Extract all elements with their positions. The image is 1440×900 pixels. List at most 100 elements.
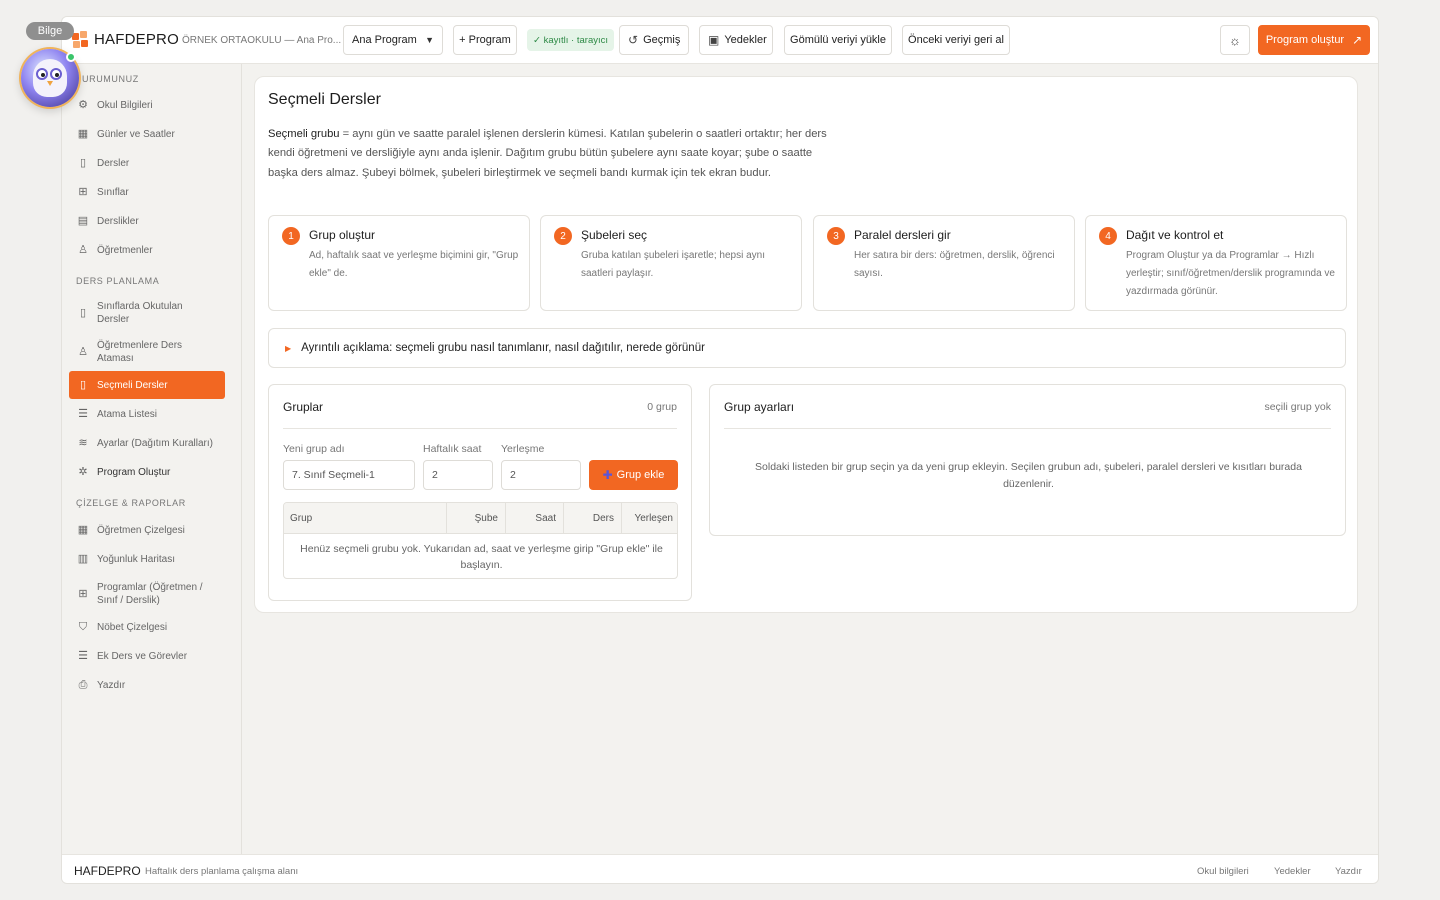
step-number: 3 bbox=[827, 227, 845, 245]
step-title: Dağıt ve kontrol et bbox=[1126, 228, 1224, 242]
sidebar-item-print[interactable]: ⎙ Yazdır bbox=[69, 679, 225, 692]
arrow-up-right-icon: ↗ bbox=[1352, 33, 1363, 47]
step-description: Gruba katılan şubeleri işaretle; hepsi a… bbox=[581, 250, 765, 279]
step-description: Her satıra bir ders: öğretmen, derslik, … bbox=[854, 250, 1055, 279]
groups-table: Grup Şube Saat Ders Yerleşen Henüz seçme… bbox=[283, 502, 678, 579]
step-number: 4 bbox=[1099, 227, 1117, 245]
sidebar-item-teachers[interactable]: ♙ Öğretmenler bbox=[69, 244, 225, 257]
step-description: Ad, haftalık saat ve yerleşme biçimini g… bbox=[309, 250, 519, 279]
groups-panel-header: Gruplar 0 grup bbox=[283, 385, 677, 429]
chevron-down-icon: ▼ bbox=[425, 35, 434, 45]
printer-icon: ⎙ bbox=[78, 679, 88, 691]
sidebar-item-days-hours[interactable]: ▦ Günler ve Saatler bbox=[69, 128, 225, 141]
footer-link-print[interactable]: Yazdır bbox=[1335, 866, 1362, 877]
top-bar: HAFDEPRO ÖRNEK ORTAOKULU — Ana Pro... An… bbox=[62, 17, 1378, 64]
building-icon: ▤ bbox=[77, 215, 89, 227]
sidebar-item-label: Yazdır bbox=[97, 680, 126, 691]
create-program-button[interactable]: Program oluştur ↗ bbox=[1258, 25, 1370, 55]
settings-empty-state: Soldaki listeden bir grup seçin ya da ye… bbox=[755, 461, 1302, 490]
user-icon: ♙ bbox=[78, 345, 88, 358]
step-title: Şubeleri seç bbox=[581, 228, 648, 242]
intro-term: Seçmeli grubu bbox=[268, 128, 340, 140]
gear-icon: ⚙ bbox=[78, 99, 88, 111]
column-header: Yerleşen bbox=[621, 503, 677, 534]
book-icon: ▯ bbox=[79, 157, 87, 169]
sidebar-item-label: Seçmeli Dersler bbox=[97, 379, 168, 391]
sliders-icon: ≋ bbox=[78, 437, 88, 449]
sidebar-item-label: Öğretmenler bbox=[97, 245, 153, 256]
placement-label: Yerleşme bbox=[501, 443, 545, 455]
restore-previous-button[interactable]: Önceki veriyi geri al bbox=[902, 25, 1010, 55]
sidebar-item-elective-lessons[interactable]: ▯ Seçmeli Dersler bbox=[69, 371, 225, 399]
sidebar: URUMUNUZ ⚙ Okul Bilgileri ▦ Günler ve Saat… bbox=[62, 64, 242, 854]
sidebar-item-classes[interactable]: ⊞ Sınıflar bbox=[69, 186, 225, 199]
caret-right-icon: ▶ bbox=[285, 343, 292, 353]
sidebar-item-lessons[interactable]: ▯ Dersler bbox=[69, 157, 225, 170]
sidebar-item-label: Program Oluştur bbox=[97, 467, 171, 478]
new-program-button[interactable]: + Program bbox=[453, 25, 517, 55]
footer-link-school-info[interactable]: Okul bilgileri bbox=[1197, 866, 1249, 877]
sidebar-section-label: URUMUNUZ bbox=[82, 74, 139, 84]
sidebar-item-label: Sınıflar bbox=[97, 187, 129, 198]
save-status-badge: ✓ kayıtlı · tarayıcı bbox=[527, 29, 615, 51]
step-card: 4 Dağıt ve kontrol et Program Oluştur ya… bbox=[1085, 215, 1347, 311]
table-empty-state: Henüz seçmeli grubu yok. Yukarıdan ad, s… bbox=[300, 543, 663, 571]
sidebar-item-extra-lessons[interactable]: ☰ Ek Ders ve Görevler bbox=[69, 650, 225, 663]
sidebar-item-class-lessons[interactable]: ▯ Sınıflarda Okutulan Dersler bbox=[69, 299, 225, 327]
sidebar-item-classrooms[interactable]: ▤ Derslikler bbox=[69, 215, 225, 228]
sidebar-item-density-map[interactable]: ▥ Yoğunluk Haritası bbox=[69, 553, 225, 566]
column-header: Şube bbox=[446, 503, 505, 534]
footer-link-backups[interactable]: Yedekler bbox=[1274, 866, 1311, 877]
backups-button[interactable]: ▣ Yedekler bbox=[699, 25, 773, 55]
sidebar-item-school-info[interactable]: ⚙ Okul Bilgileri bbox=[69, 99, 225, 112]
history-button[interactable]: ↺ Geçmiş bbox=[619, 25, 689, 55]
shield-icon: ⛉ bbox=[78, 621, 88, 633]
history-label: Geçmiş bbox=[643, 34, 681, 46]
add-group-button[interactable]: ✚ Grup ekle bbox=[589, 460, 678, 490]
sidebar-item-duty-chart[interactable]: ⛉ Nöbet Çizelgesi bbox=[69, 621, 225, 634]
step-number: 1 bbox=[282, 227, 300, 245]
sidebar-item-teacher-chart[interactable]: ▦ Öğretmen Çizelgesi bbox=[69, 524, 225, 537]
step-card: 1 Grup oluştur Ad, haftalık saat ve yerl… bbox=[268, 215, 530, 311]
footer-brand: HAFDEPRO bbox=[74, 864, 141, 878]
grid-icon: ⊞ bbox=[78, 186, 88, 198]
column-header: Ders bbox=[563, 503, 621, 534]
backups-label: Yedekler bbox=[724, 34, 767, 46]
intro-text: Seçmeli grubu = aynı gün ve saatte paral… bbox=[268, 125, 843, 183]
placement-input[interactable]: 2 bbox=[501, 460, 581, 490]
book-icon: ▯ bbox=[79, 306, 87, 319]
details-summary: Ayrıntılı açıklama: seçmeli grubu nasıl … bbox=[301, 342, 705, 354]
intro-body: = aynı gün ve saatte paralel işlenen der… bbox=[268, 128, 827, 179]
step-number: 2 bbox=[554, 227, 572, 245]
user-icon: ♙ bbox=[78, 244, 88, 256]
sidebar-item-create-program[interactable]: ✲ Program Oluştur bbox=[69, 466, 225, 479]
theme-toggle-button[interactable]: ☼ bbox=[1220, 25, 1250, 55]
bar-chart-icon: ▥ bbox=[77, 553, 89, 565]
group-name-input[interactable]: 7. Sınıf Seçmeli-1 bbox=[283, 460, 415, 490]
sidebar-item-distribution-rules[interactable]: ≋ Ayarlar (Dağıtım Kuralları) bbox=[69, 437, 225, 450]
sidebar-item-teacher-assignment[interactable]: ♙ Öğretmenlere Ders Ataması bbox=[69, 338, 225, 366]
sidebar-item-label: Yoğunluk Haritası bbox=[97, 554, 176, 565]
groups-panel-title: Gruplar bbox=[283, 399, 324, 414]
list-icon: ☰ bbox=[78, 408, 88, 420]
load-embedded-button[interactable]: Gömülü veriyi yükle bbox=[784, 25, 892, 55]
sidebar-item-assignment-list[interactable]: ☰ Atama Listesi bbox=[69, 408, 225, 421]
main-card: Seçmeli Dersler Seçmeli grubu = aynı gün… bbox=[254, 76, 1358, 613]
group-settings-panel: Grup ayarları seçili grup yok Soldaki li… bbox=[709, 384, 1346, 536]
sidebar-item-label: Derslikler bbox=[97, 216, 139, 227]
cog-icon: ✲ bbox=[78, 466, 88, 478]
step-card: 3 Paralel dersleri gir Her satıra bir de… bbox=[813, 215, 1075, 311]
step-card: 2 Şubeleri seç Gruba katılan şubeleri iş… bbox=[540, 215, 802, 311]
sidebar-item-label: Günler ve Saatler bbox=[97, 129, 175, 140]
table-header: Grup Şube Saat Ders Yerleşen bbox=[284, 503, 677, 534]
calendar-icon: ▦ bbox=[77, 524, 89, 536]
assistant-name-tag[interactable]: Bilge bbox=[26, 22, 74, 40]
program-select[interactable]: Ana Program ▼ bbox=[343, 25, 443, 55]
online-status-dot bbox=[66, 52, 76, 62]
weekly-hours-input[interactable]: 2 bbox=[423, 460, 493, 490]
group-name-label: Yeni grup adı bbox=[283, 443, 345, 455]
sidebar-item-label: Sınıflarda Okutulan Dersler bbox=[97, 301, 183, 325]
details-toggle[interactable]: ▶ Ayrıntılı açıklama: seçmeli grubu nası… bbox=[268, 328, 1346, 368]
sidebar-item-programs[interactable]: ⊞ Programlar (Öğretmen / Sınıf / Derslik) bbox=[69, 580, 225, 608]
sidebar-item-label: Nöbet Çizelgesi bbox=[97, 622, 168, 633]
